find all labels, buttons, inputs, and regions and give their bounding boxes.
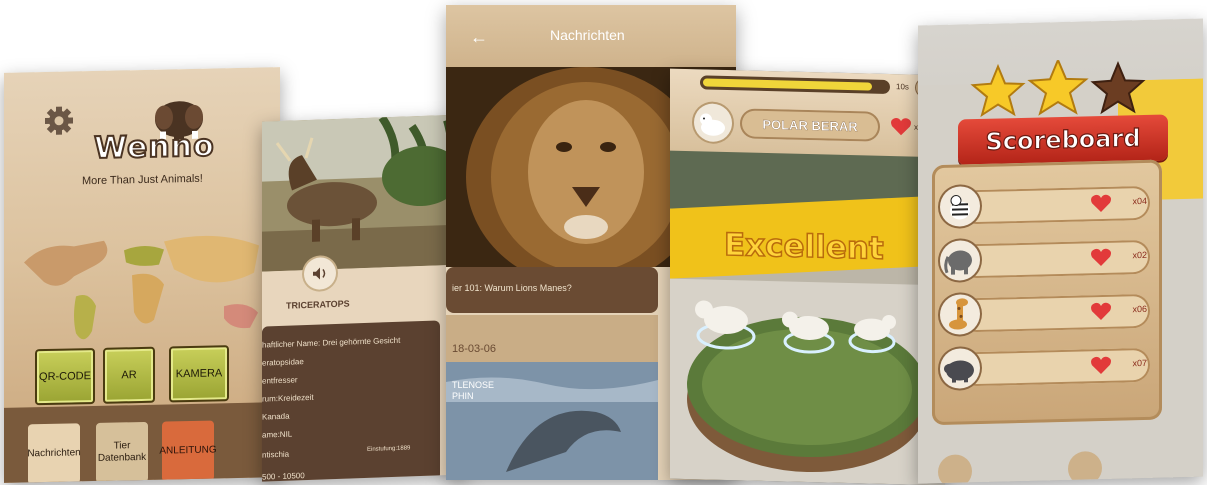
heart-icon (1090, 301, 1112, 322)
news-caption-2: TLENOSE PHIN (452, 380, 495, 401)
zebra-icon (940, 185, 980, 227)
score-panel: x04 x02 x06 x07 (932, 159, 1162, 426)
speaker-icon (312, 266, 328, 281)
next-button[interactable] (1068, 450, 1102, 484)
info-line: Kanada (262, 411, 290, 422)
scoreboard-screen: Scoreboard x04 x02 x06 x07 (918, 18, 1203, 484)
scoreboard-title: Scoreboard (985, 123, 1141, 156)
app-logo: Wenno (93, 127, 216, 167)
timer-label: 10s (896, 82, 909, 92)
kamera-button[interactable]: KAMERA (169, 345, 229, 403)
heart-icon (890, 116, 912, 137)
qr-code-button[interactable]: QR-CODE (35, 347, 95, 406)
news-caption: ier 101: Warum Lions Manes? (452, 283, 572, 293)
elephant-icon (940, 239, 980, 281)
news-date: 18-03-06 (452, 343, 497, 355)
info-line: haftlicher Name: Drei gehörnte Gesicht (262, 335, 401, 350)
timer-bar-fill (703, 78, 873, 91)
polar-bears-group (684, 287, 914, 373)
score-row: x06 (940, 290, 1155, 335)
info-line: ame:NIL (262, 429, 293, 440)
info-line: rum:Kreidezeit (262, 392, 314, 404)
score-row: x04 (940, 182, 1155, 227)
ar-game-screen: 10s ❚❚ POLAR BERAR x15 Excellent (670, 68, 945, 485)
tier-datenbank-button[interactable]: Tier Datenbank (96, 421, 148, 483)
scoreboard-ribbon: Scoreboard (958, 114, 1168, 166)
nachrichten-button[interactable]: Nachrichten (27, 423, 81, 483)
score-count: x04 (1132, 195, 1147, 207)
ar-button[interactable]: AR (103, 346, 155, 404)
date-strip: 18-03-06 (446, 315, 658, 363)
hippo-icon (940, 347, 980, 389)
score-count: x07 (1132, 357, 1147, 369)
info-footer: 500 - 10500 (262, 471, 305, 482)
heart-icon (1090, 355, 1112, 376)
anleitung-button[interactable]: ANLEITUNG (159, 420, 217, 482)
triceratops-image (262, 114, 467, 272)
heart-icon (1090, 193, 1112, 214)
animal-name-label: POLAR BERAR (740, 108, 880, 142)
giraffe-icon (940, 293, 980, 335)
score-count: x06 (1132, 303, 1147, 315)
world-map (14, 217, 276, 352)
news-title: Nachrichten (550, 27, 625, 43)
animal-detail-screen: TRICERATOPS haftlicher Name: Drei gehörn… (262, 114, 467, 482)
gear-icon[interactable] (44, 105, 74, 136)
score-count: x02 (1132, 249, 1147, 261)
feedback-text: Excellent (723, 226, 884, 267)
info-line: ntischia (262, 449, 290, 460)
replay-button[interactable] (938, 454, 972, 484)
home-screen: Wenno More Than Just Animals! QR-CODE AR… (4, 67, 280, 483)
animal-title: TRICERATOPS (286, 298, 350, 311)
score-row: x02 (940, 236, 1155, 281)
info-line: entfresser (262, 375, 298, 386)
tagline: More Than Just Animals! (82, 172, 203, 188)
back-arrow-icon[interactable]: ← (470, 27, 488, 48)
heart-icon (1090, 247, 1112, 268)
info-line: eratopsidae (262, 357, 304, 368)
info-box: haftlicher Name: Drei gehörnte Gesicht e… (262, 320, 440, 482)
speaker-button[interactable] (304, 256, 336, 291)
star-rating (968, 57, 1148, 122)
score-row: x07 (940, 344, 1155, 389)
news-caption-box[interactable]: ier 101: Warum Lions Manes? (446, 267, 658, 313)
einstufung-label: Einstufung:1889 (367, 445, 411, 453)
polar-bear-avatar (694, 103, 732, 143)
